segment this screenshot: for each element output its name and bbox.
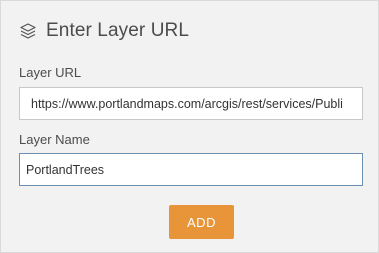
panel-header: Enter Layer URL [19,19,189,43]
layers-icon [19,22,37,40]
layer-name-label: Layer Name [19,132,90,147]
add-button[interactable]: ADD [169,205,234,239]
panel-title: Enter Layer URL [46,20,190,41]
enter-layer-url-panel: Enter Layer URL Layer URL Layer Name ADD [0,0,379,253]
layer-url-label: Layer URL [19,65,82,80]
layer-url-input[interactable] [19,87,363,120]
layer-name-input[interactable] [19,153,363,186]
